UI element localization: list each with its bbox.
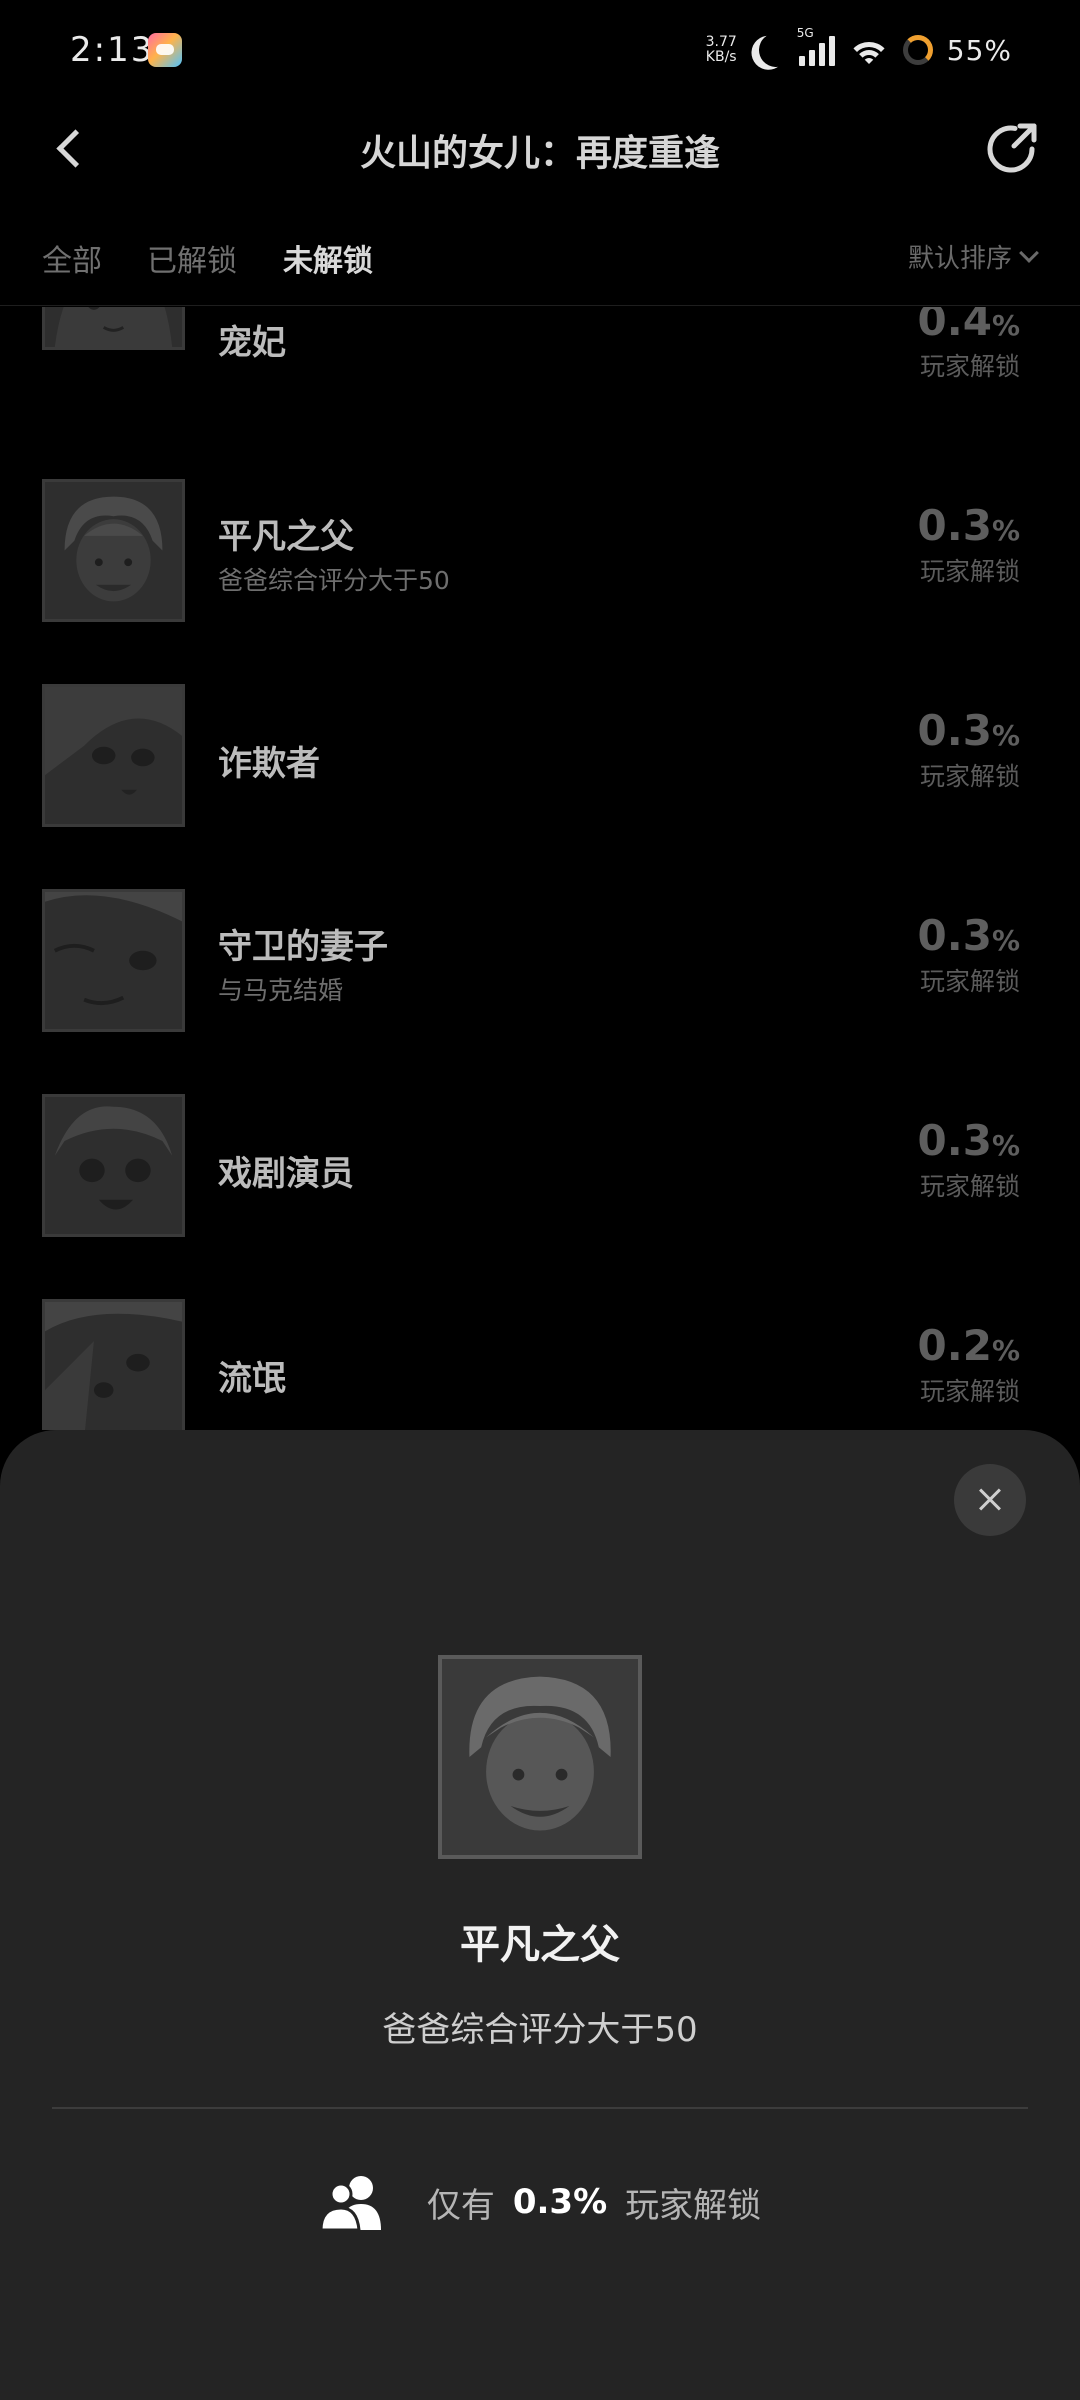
achievement-rate: 0.4% 玩家解锁 (917, 307, 1020, 381)
do-not-disturb-icon (754, 28, 798, 72)
list-item[interactable]: 诈欺者 0.3% 玩家解锁 (0, 684, 1080, 889)
game-center-app-icon (148, 33, 182, 67)
achievement-desc: 与马克结婚 (218, 976, 344, 1005)
chevron-down-icon (1019, 242, 1039, 263)
wifi-icon (848, 34, 889, 66)
tab-all[interactable]: 全部 (42, 236, 102, 280)
cellular-signal-icon: 5G (797, 26, 835, 66)
achievement-detail-desc: 爸爸综合评分大于50 (382, 2010, 698, 2050)
network-speed: 3.77 KB/s (705, 34, 737, 65)
achievement-avatar (42, 479, 185, 622)
achievement-rate: 0.3% 玩家解锁 (917, 501, 1020, 586)
achievement-name: 守卫的妻子 (218, 927, 388, 967)
achievement-avatar (42, 307, 185, 350)
achievement-name: 宠妃 (218, 323, 286, 363)
tab-locked[interactable]: 未解锁 (283, 236, 373, 280)
stat-suffix: 玩家解锁 (625, 2185, 762, 2226)
achievement-avatar (42, 684, 185, 827)
achievement-detail-title: 平凡之父 (460, 1922, 620, 1968)
close-button[interactable] (954, 1464, 1026, 1536)
status-time: 2:13 (70, 30, 155, 70)
battery-percent: 55% (946, 33, 1012, 67)
divider (52, 2107, 1028, 2109)
achievement-name: 戏剧演员 (218, 1154, 354, 1194)
list-item[interactable]: 平凡之父 爸爸综合评分大于50 0.3% 玩家解锁 (0, 479, 1080, 684)
achievement-rate: 0.3% 玩家解锁 (917, 911, 1020, 996)
filter-tabs: 全部 已解锁 未解锁 默认排序 (0, 220, 1080, 306)
list-item[interactable]: 宠妃 0.4% 玩家解锁 (0, 307, 1080, 412)
stat-value: 0.3% (512, 2182, 608, 2222)
unlock-stat: 仅有 0.3% 玩家解锁 (0, 2172, 1080, 2232)
achievement-name: 平凡之父 (218, 517, 354, 557)
achievement-rate: 0.2% 玩家解锁 (917, 1321, 1020, 1406)
header: 火山的女儿：再度重逢 (0, 100, 1080, 196)
sort-label: 默认排序 (907, 244, 1012, 274)
list-item[interactable]: 戏剧演员 0.3% 玩家解锁 (0, 1094, 1080, 1299)
achievement-name: 诈欺者 (218, 744, 320, 784)
achievement-detail-sheet: 平凡之父 爸爸综合评分大于50 仅有 0.3% 玩家解锁 (0, 1430, 1080, 2400)
stat-prefix: 仅有 (426, 2185, 495, 2226)
page-title: 火山的女儿：再度重逢 (359, 133, 720, 174)
achievement-avatar (42, 1094, 185, 1237)
achievement-detail-avatar (438, 1655, 642, 1859)
battery-icon (902, 35, 933, 65)
users-icon (319, 2176, 381, 2232)
achievement-avatar (42, 889, 185, 1032)
share-button[interactable] (982, 120, 1040, 178)
achievement-list: 宠妃 0.4% 玩家解锁 平凡之父 爸爸综合评分大于50 0.3% 玩家解锁 诈… (0, 307, 1080, 1430)
achievement-desc: 爸爸综合评分大于50 (218, 566, 450, 595)
achievement-rate: 0.3% 玩家解锁 (917, 706, 1020, 791)
achievement-rate: 0.3% 玩家解锁 (917, 1116, 1020, 1201)
achievement-name: 流氓 (218, 1359, 286, 1399)
network-type: 5G (796, 26, 814, 40)
share-icon (987, 123, 1037, 173)
list-item[interactable]: 流氓 0.2% 玩家解锁 (0, 1299, 1080, 1430)
list-item[interactable]: 守卫的妻子 与马克结婚 0.3% 玩家解锁 (0, 889, 1080, 1094)
tab-unlocked[interactable]: 已解锁 (147, 236, 237, 280)
sort-dropdown[interactable]: 默认排序 (907, 238, 1039, 275)
status-indicators: 3.77 KB/s 5G 55% (705, 26, 1012, 72)
status-bar: 2:13 3.77 KB/s 5G 55% (0, 0, 1080, 100)
achievement-avatar (42, 1299, 185, 1430)
